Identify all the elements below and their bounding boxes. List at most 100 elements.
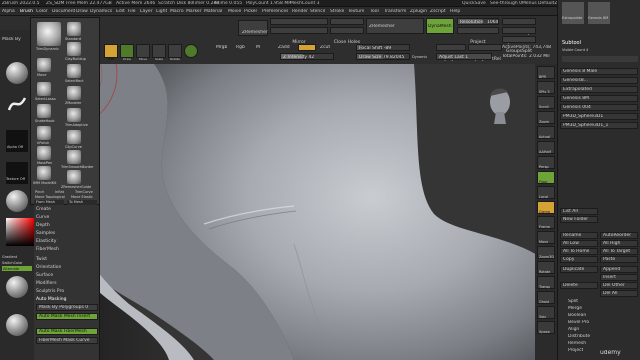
ghost-button[interactable]: Ghost (537, 291, 555, 304)
brush-trimsmoothborder[interactable] (67, 150, 81, 164)
auto-mask-mesh-insert-toggle[interactable]: Auto Mask Mesh Insert (36, 313, 98, 320)
split-menu[interactable]: Split (568, 299, 578, 305)
insert-button[interactable]: Insert (600, 274, 638, 281)
split-hidden-button[interactable]: Split Hidden (502, 27, 536, 45)
menu-zplugin[interactable]: Zplugin (410, 9, 427, 15)
menu-zscript[interactable]: Zscript (430, 9, 446, 15)
copy-button[interactable]: Copy (560, 256, 598, 263)
alpha-thumbnail[interactable]: Alpha Off (6, 130, 28, 152)
menu-draw[interactable]: Draw (76, 9, 88, 15)
auto-groups-button[interactable]: Auto Groups (502, 18, 536, 36)
texture-thumbnail[interactable]: Texture Off (6, 162, 28, 184)
move-mode-button[interactable]: Move (136, 44, 150, 61)
remesh-menu[interactable]: Remesh (568, 341, 586, 347)
orientation-section[interactable]: Orientation (36, 265, 61, 270)
gizmo-button[interactable]: Gizmo (537, 201, 555, 214)
scroll-button[interactable]: Scroll (537, 96, 555, 109)
material-sphere-2[interactable] (6, 276, 28, 298)
spix-button[interactable]: SPix 3 (537, 81, 555, 94)
move-view-button[interactable]: Move (537, 231, 555, 244)
menu-render[interactable]: Render (292, 9, 308, 15)
groups-split-button[interactable]: GroupsSplit (502, 36, 536, 54)
xpose-button[interactable]: Xpose (537, 321, 555, 334)
resolution-slider[interactable]: Resolution 1064 (457, 18, 499, 25)
actual-button[interactable]: Actual (537, 126, 555, 139)
brush-hpolish[interactable] (37, 126, 51, 140)
depth-section[interactable]: Depth (36, 223, 50, 228)
brush-imm-modelkit[interactable] (37, 166, 51, 180)
brush-selectlasso[interactable] (37, 82, 51, 96)
frame-button[interactable]: Frame (537, 216, 555, 229)
close-holes-button[interactable]: Close Holes (330, 27, 364, 45)
color-picker[interactable] (6, 218, 34, 246)
append-button[interactable]: Append (600, 266, 638, 273)
mirror-and-weld-button[interactable]: Mirror And Weld (270, 18, 328, 36)
adjust-last-slider[interactable]: Adjust Last 1 (436, 53, 492, 60)
samples-section[interactable]: Samples (36, 231, 55, 236)
material-thumbnail[interactable] (6, 190, 28, 212)
brush-standard[interactable] (67, 22, 81, 36)
modifiers-section[interactable]: Modifiers (36, 281, 57, 286)
brush-label[interactable]: Pinch (35, 190, 44, 194)
subtool-item[interactable]: Genesis8... (560, 77, 638, 84)
dynamic-toggle[interactable]: Dynamic (412, 54, 427, 60)
zremesher-button[interactable]: ZRemesher (238, 20, 268, 36)
brush-label[interactable]: Move Topological (35, 195, 65, 199)
del-other-button[interactable]: Del Other (600, 282, 638, 289)
brush-label[interactable]: Move Elastic (71, 195, 93, 199)
delete-button[interactable]: Delete (560, 282, 598, 289)
edit-mode-button[interactable]: Edit (104, 44, 118, 61)
menu-alpha[interactable]: Alpha (2, 9, 15, 15)
persp-button[interactable]: Persp (537, 156, 555, 169)
mirror-button[interactable]: Mirror (270, 27, 328, 45)
rename-button[interactable]: Rename (560, 232, 598, 239)
zsub-toggle[interactable]: Zsub (298, 44, 316, 62)
brush-selectrect[interactable] (67, 64, 81, 78)
menu-stroke[interactable]: Stroke (330, 9, 344, 15)
menu-stencil[interactable]: Stencil (310, 9, 325, 15)
autoreorder-button[interactable]: AutoReorder (600, 232, 638, 239)
brush-zmodeler[interactable] (67, 86, 81, 100)
menu-material[interactable]: Material (204, 9, 222, 15)
brush-thumbnail[interactable] (6, 62, 28, 84)
brush-maskpen[interactable] (37, 146, 51, 160)
zremesher-button-2[interactable]: ZRemesher (366, 18, 424, 34)
z-intensity-slider[interactable]: Z Intensity 42 (280, 53, 334, 60)
menu-layer[interactable]: Layer (140, 9, 153, 15)
project-menu[interactable]: Project (568, 348, 583, 354)
curve-section[interactable]: Curve (36, 215, 49, 220)
m-toggle[interactable]: M (256, 45, 260, 51)
fibermesh-mask-curve[interactable]: FiberMesh Mask Curve (36, 337, 98, 344)
menu-dynamics[interactable]: Dynamics (90, 9, 112, 15)
brush-label[interactable]: Inflat (55, 190, 64, 194)
menu-color[interactable]: Color (36, 9, 48, 15)
viewport-canvas[interactable] (34, 64, 550, 360)
draw-size-slider[interactable]: Draw Size 79.82045 (356, 53, 410, 60)
mrgb-toggle[interactable]: Mrgb (216, 45, 227, 51)
solo-button[interactable]: Solo (537, 306, 555, 319)
brush-move[interactable] (37, 58, 51, 72)
list-all-button[interactable]: List All (560, 208, 598, 215)
all-to-target-button[interactable]: All To Target (600, 248, 638, 255)
menu-preferences[interactable]: Preferences (262, 9, 288, 15)
all-high-button[interactable]: All High (600, 240, 638, 247)
elasticity-section[interactable]: Elasticity (36, 239, 56, 244)
mask-by-polygroups-slider[interactable]: Mask By Polygroups 0 (36, 304, 98, 311)
brush-snakehook[interactable] (37, 104, 51, 118)
menu-transform[interactable]: Transform (384, 9, 406, 15)
rotate-view-button[interactable]: Rotate (537, 261, 555, 274)
draw-mode-button[interactable]: Draw (120, 44, 134, 61)
project-button[interactable]: Project (457, 27, 499, 45)
auto-mask-fibermesh-toggle[interactable]: Auto Mask FiberMesh (36, 328, 98, 335)
aahalf-button[interactable]: AAHalf (537, 141, 555, 154)
surface-section[interactable]: Surface (36, 273, 53, 278)
menu-macro[interactable]: Macro (170, 9, 184, 15)
menu-picker[interactable]: Picker (244, 9, 257, 15)
brush-clipcurve[interactable] (67, 130, 81, 144)
zcut-toggle[interactable]: Zcut (320, 45, 330, 51)
scale-mode-button[interactable]: Scale (152, 44, 166, 61)
subtool-item[interactable]: Genesis 8 Male (560, 68, 638, 75)
subtool-item[interactable]: PM3D_Sphere3D1_1 (560, 122, 638, 129)
menu-texture[interactable]: Texture (348, 9, 364, 15)
brush-label[interactable]: TrimCurve (75, 190, 93, 194)
